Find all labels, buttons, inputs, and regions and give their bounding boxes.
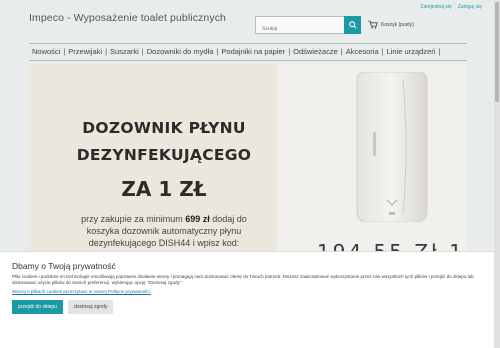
login-link[interactable]: Zaloguj się (458, 4, 482, 10)
cart-button[interactable]: Koszyk (pusty) (368, 20, 414, 29)
accept-cookies-button[interactable]: przejdź do sklepu (12, 300, 63, 314)
cookie-text: Pliki cookies i podobne im technologie u… (12, 274, 474, 286)
nav-item-dozowniki[interactable]: Dozowniki do mydła (144, 47, 217, 56)
top-links: Zarejestruj się Zaloguj się (420, 4, 482, 10)
banner-headline-line2: DEZYNFEKUJĄCEGO (76, 146, 252, 164)
nav-item-przewijaki[interactable]: Przewijaki (65, 47, 105, 56)
register-link[interactable]: Zarejestruj się (420, 4, 451, 10)
nav-item-akcesoria[interactable]: Akcesoria (343, 47, 382, 56)
banner-subtext-line3: dezynfekującego DISH44 i wpisz kod: (88, 238, 240, 248)
nav-item-nowosci[interactable]: Nowości (29, 47, 63, 56)
nav-divider-bottom (29, 60, 467, 61)
privacy-policy-link[interactable]: Więcej o plikach cookies przeczytasz w n… (12, 289, 151, 294)
cookie-consent-panel: Dbamy o Twoją prywatność Pliki cookies i… (0, 251, 494, 348)
cookie-title: Dbamy o Twoją prywatność (12, 261, 116, 271)
nav-item-odswiezacze[interactable]: Odświeżacze (290, 47, 341, 56)
dispenser-product-image (356, 72, 428, 222)
nav-item-suszarki[interactable]: Suszarki (107, 47, 142, 56)
search-input[interactable] (256, 21, 344, 37)
search-icon (348, 21, 357, 29)
banner-min-amount: 699 zł (185, 214, 210, 224)
nav-divider-top (29, 43, 467, 44)
banner-headline-line3: ZA 1 ZŁ (121, 177, 207, 201)
scrollbar-thumb[interactable] (495, 2, 499, 102)
nav-item-podajniki[interactable]: Podajniki na papier (218, 47, 288, 56)
cookie-settings-button[interactable]: dostosuj zgody (68, 300, 114, 314)
nav-item-linie[interactable]: Linie urządzeń (384, 47, 439, 56)
nav-separator: | (438, 47, 441, 56)
page-scrollbar[interactable] (494, 0, 500, 348)
promo-banner[interactable]: DOZOWNIK PŁYNU DEZYNFEKUJĄCEGO ZA 1 ZŁ p… (29, 64, 467, 256)
search-box[interactable] (255, 16, 345, 37)
banner-subtext-pre: przy zakupie za minimum (81, 214, 183, 224)
main-nav: Nowości | Przewijaki | Suszarki | Dozowniki… (29, 47, 440, 56)
search-button[interactable] (344, 16, 361, 34)
cart-icon (368, 20, 378, 29)
banner-subtext-post: dodaj do (212, 214, 247, 224)
banner-headline-line1: DOZOWNIK PŁYNU (82, 119, 246, 137)
logo[interactable]: Impeco - Wyposażenie toalet publicznych (29, 12, 226, 24)
cart-label: Koszyk (pusty) (381, 21, 414, 28)
